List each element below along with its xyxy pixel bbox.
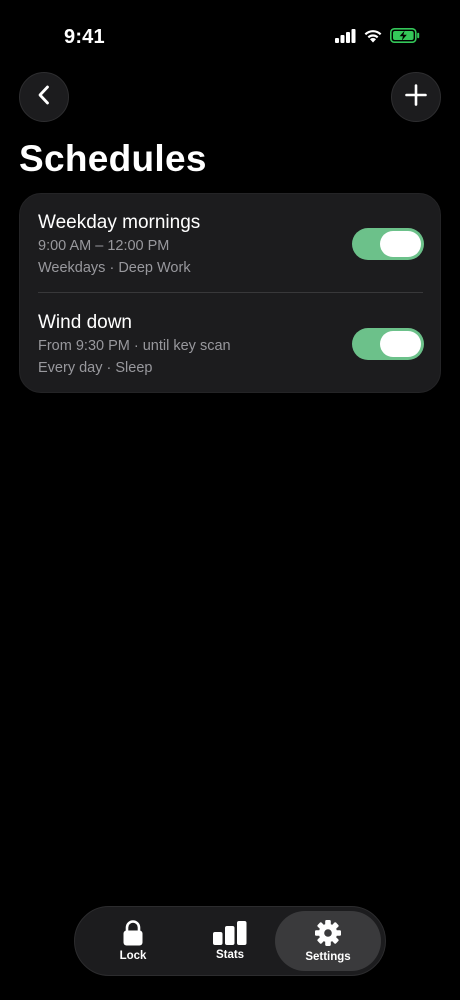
tab-label: Lock [119, 950, 147, 962]
schedule-title: Weekday mornings [38, 212, 201, 233]
schedule-toggle[interactable] [352, 328, 424, 360]
schedule-row-wind-down[interactable]: Wind down From 9:30 PM · until key scan … [20, 294, 440, 394]
schedule-row-weekday-mornings[interactable]: Weekday mornings 9:00 AM – 12:00 PM Week… [20, 194, 440, 294]
page-title: Schedules [19, 138, 207, 179]
schedule-time: 9:00 AM – 12:00 PM [38, 238, 170, 254]
back-button[interactable] [19, 72, 69, 122]
schedules-screen: 9:41 Schedules Weekday mornings 9:00 AM … [0, 0, 460, 1000]
tab-settings[interactable]: Settings [275, 911, 381, 971]
wifi-icon [363, 28, 383, 43]
status-bar: 9:41 [0, 0, 460, 76]
schedule-title: Wind down [38, 312, 132, 333]
schedule-meta: Every day · Sleep [38, 360, 153, 376]
chevron-left-icon [36, 84, 52, 111]
plus-icon [404, 83, 428, 112]
schedules-list: Weekday mornings 9:00 AM – 12:00 PM Week… [19, 193, 441, 393]
tab-stats[interactable]: Stats [180, 911, 280, 971]
bar-chart-icon [213, 921, 247, 945]
tab-lock[interactable]: Lock [83, 911, 183, 971]
tab-bar: Lock Stats Settings [74, 906, 386, 976]
row-divider [38, 292, 423, 293]
tab-label: Settings [305, 951, 351, 963]
toggle-knob [380, 331, 421, 357]
schedule-meta: Weekdays · Deep Work [38, 260, 191, 276]
tab-label: Stats [215, 949, 245, 961]
battery-charging-icon [390, 28, 420, 43]
lock-icon [122, 920, 144, 946]
toggle-knob [380, 231, 421, 257]
schedule-time: From 9:30 PM · until key scan [38, 338, 231, 354]
signal-icon [335, 28, 356, 43]
status-icons [335, 28, 420, 43]
gear-icon [314, 919, 342, 947]
schedule-toggle[interactable] [352, 228, 424, 260]
status-time: 9:41 [64, 26, 105, 48]
add-schedule-button[interactable] [391, 72, 441, 122]
